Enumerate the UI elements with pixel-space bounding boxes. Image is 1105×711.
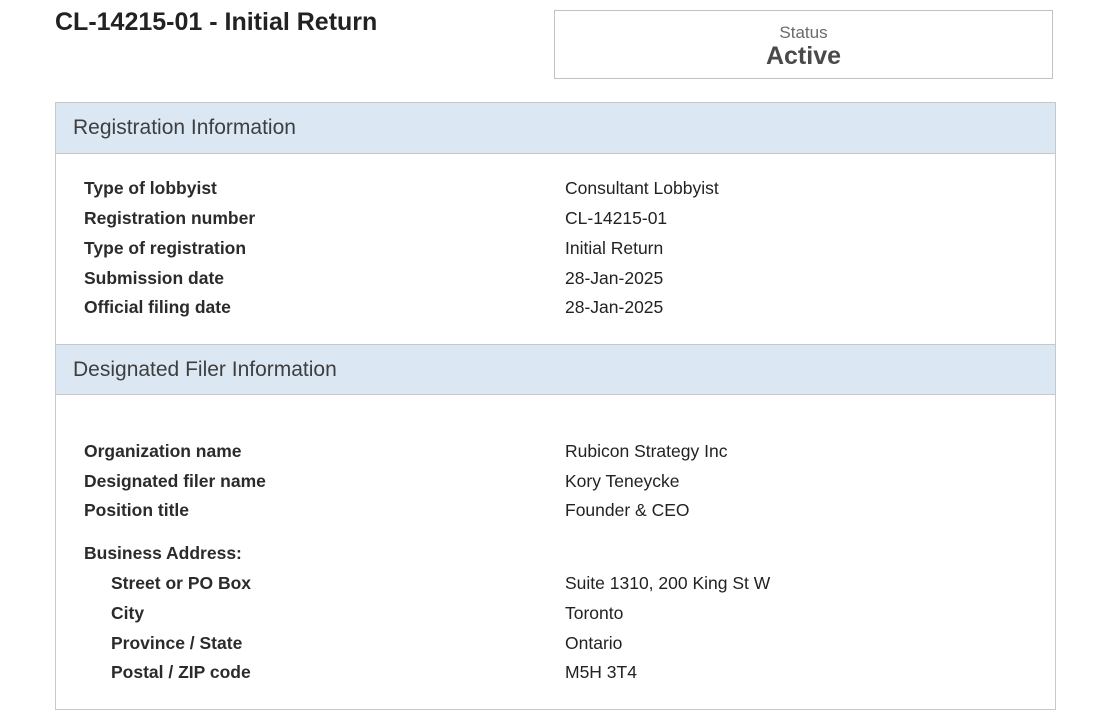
field-value: M5H 3T4 [565, 662, 637, 682]
business-address-heading-row: Business Address: [56, 543, 1055, 569]
status-label: Status [779, 23, 828, 42]
field-label: Type of lobbyist [84, 178, 217, 198]
field-label: Submission date [84, 268, 225, 288]
field-row-designated-filer-name: Designated filer name Kory Teneycke [56, 471, 1055, 497]
field-value: 28-Jan-2025 [565, 297, 664, 317]
field-label: Designated filer name [84, 471, 266, 491]
field-row-type-of-lobbyist: Type of lobbyist Consultant Lobbyist [56, 178, 1055, 204]
field-value: 28-Jan-2025 [565, 268, 664, 288]
field-row-street: Street or PO Box Suite 1310, 200 King St… [56, 573, 1055, 599]
designated-filer-panel: Designated Filer Information Organizatio… [55, 344, 1056, 710]
field-label: Organization name [84, 441, 242, 461]
business-address-heading: Business Address: [84, 543, 242, 563]
field-row-province: Province / State Ontario [56, 633, 1055, 659]
field-value: Kory Teneycke [565, 471, 680, 491]
field-label: Street or PO Box [111, 573, 252, 593]
field-value: Consultant Lobbyist [565, 178, 719, 198]
field-value: Suite 1310, 200 King St W [565, 573, 771, 593]
field-row-organization-name: Organization name Rubicon Strategy Inc [56, 441, 1055, 467]
field-row-position-title: Position title Founder & CEO [56, 500, 1055, 526]
field-label: Registration number [84, 208, 256, 228]
status-value: Active [765, 42, 842, 70]
field-value: CL-14215-01 [565, 208, 668, 228]
field-label: Official filing date [84, 297, 231, 317]
registration-section-header: Registration Information [56, 103, 1055, 154]
field-row-submission-date: Submission date 28-Jan-2025 [56, 268, 1055, 294]
field-label: City [111, 603, 145, 623]
field-row-city: City Toronto [56, 603, 1055, 629]
field-row-type-of-registration: Type of registration Initial Return [56, 238, 1055, 264]
status-box: Status Active [554, 10, 1053, 79]
field-label: Position title [84, 500, 189, 520]
designated-filer-section-header: Designated Filer Information [56, 344, 1055, 395]
page-title: CL-14215-01 - Initial Return [55, 8, 378, 36]
field-label: Postal / ZIP code [111, 662, 251, 682]
field-value: Toronto [565, 603, 624, 623]
field-value: Rubicon Strategy Inc [565, 441, 728, 461]
field-label: Province / State [111, 633, 243, 653]
field-row-postal-code: Postal / ZIP code M5H 3T4 [56, 662, 1055, 688]
field-label: Type of registration [84, 238, 247, 258]
field-value: Founder & CEO [565, 500, 690, 520]
field-value: Initial Return [565, 238, 664, 258]
field-row-registration-number: Registration number CL-14215-01 [56, 208, 1055, 234]
field-value: Ontario [565, 633, 623, 653]
registration-panel: Registration Information Type of lobbyis… [55, 102, 1056, 345]
field-row-official-filing-date: Official filing date 28-Jan-2025 [56, 297, 1055, 323]
